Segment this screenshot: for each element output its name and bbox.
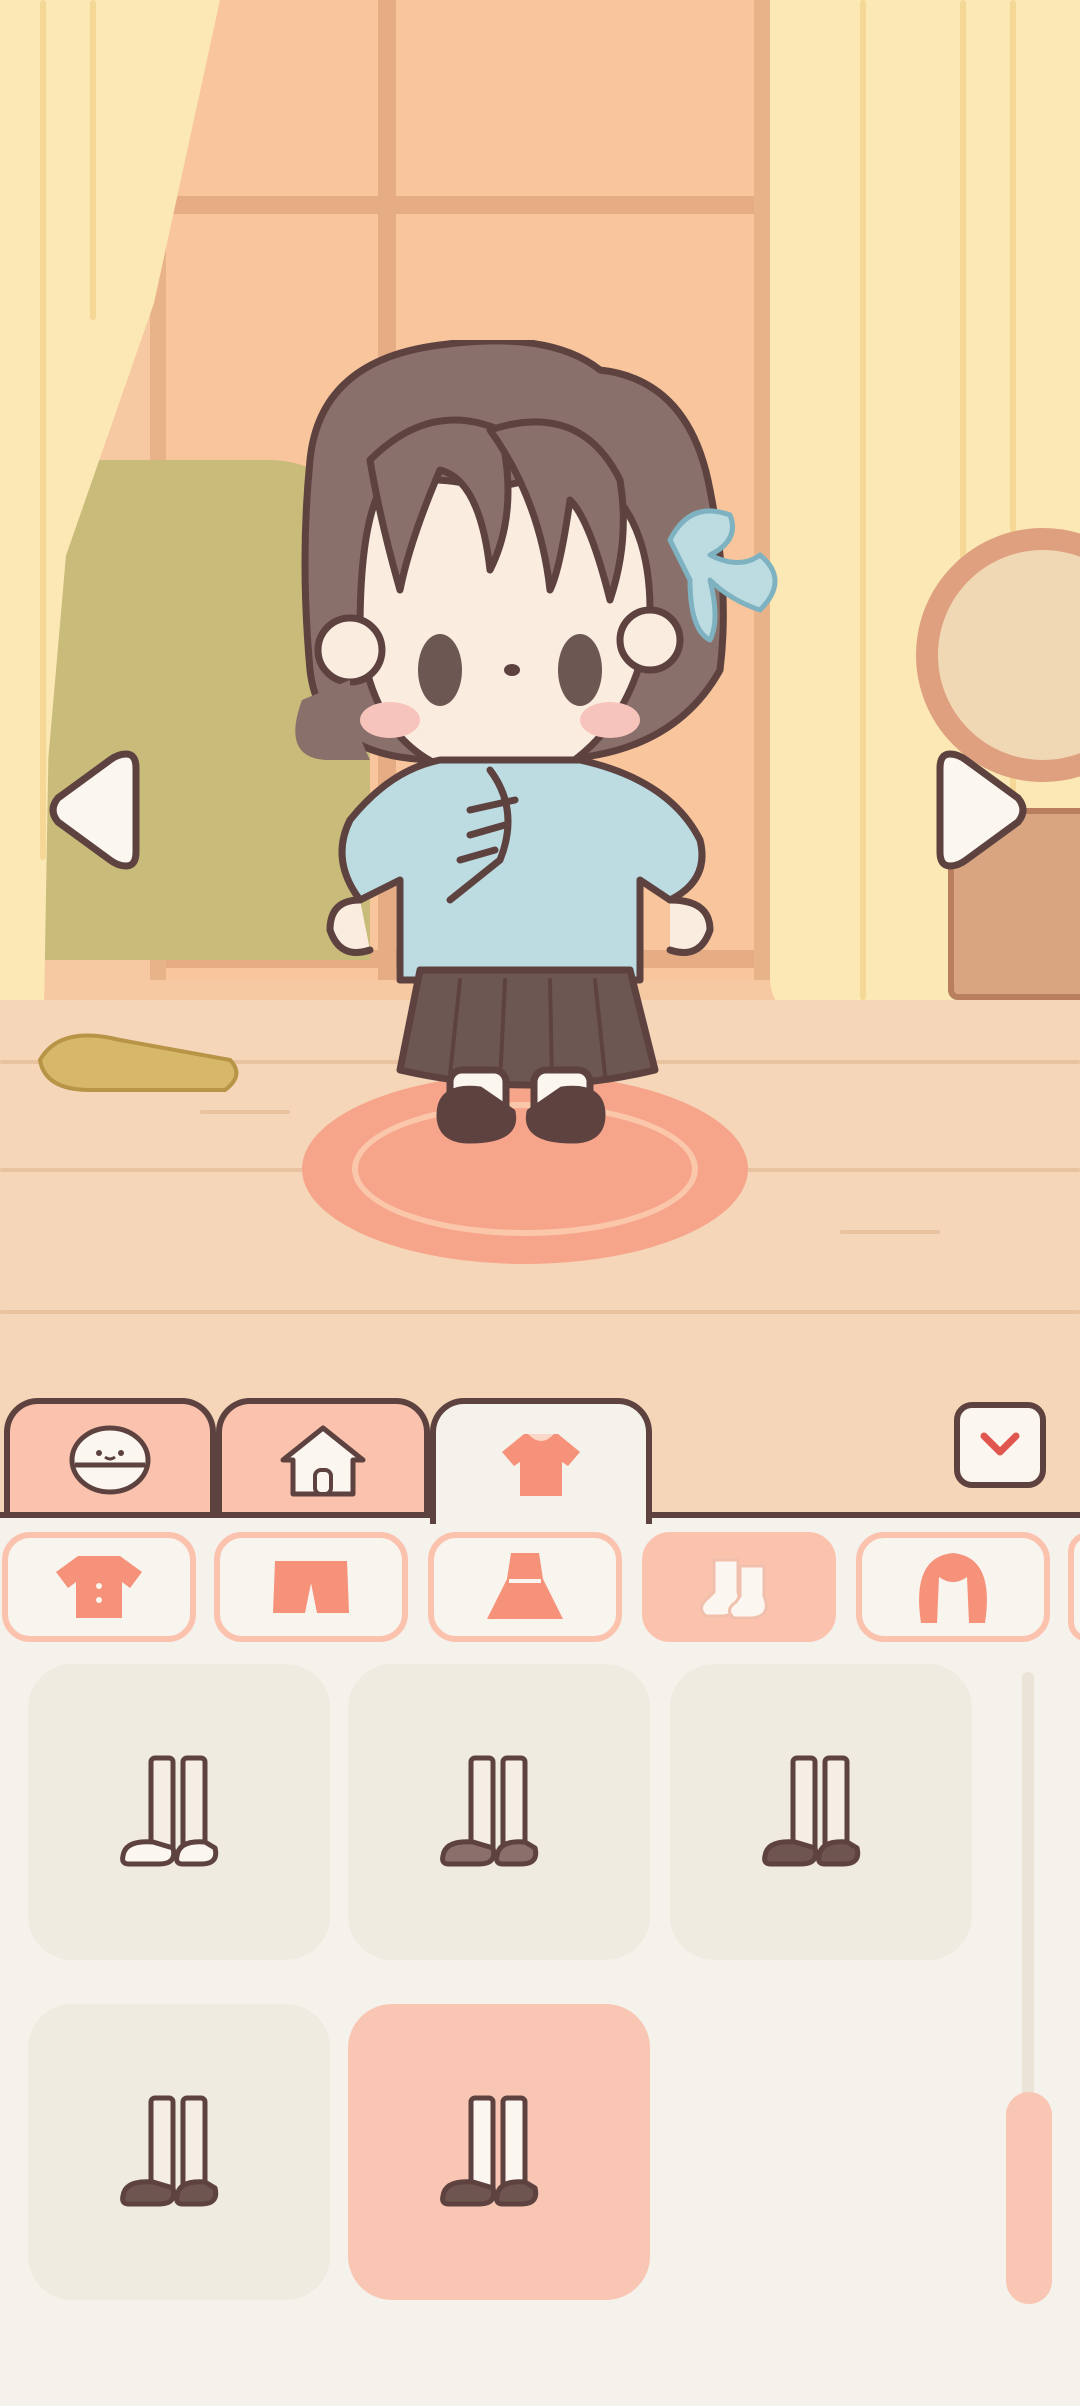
- category-tops[interactable]: [2, 1532, 196, 1642]
- collapse-panel-button[interactable]: [954, 1402, 1046, 1488]
- face-icon: [69, 1425, 151, 1495]
- floor-line: [200, 1110, 290, 1114]
- shorts-icon: [273, 1561, 349, 1613]
- sock-item-icon: [120, 2095, 219, 2207]
- sock-item[interactable]: [348, 1664, 650, 1960]
- category-hair[interactable]: [856, 1532, 1050, 1642]
- sock-item[interactable]: [28, 2004, 330, 2300]
- house-icon: [280, 1425, 366, 1497]
- curtain-fold: [860, 0, 866, 1000]
- sock-item-icon: [120, 1755, 219, 1867]
- shirt-icon: [502, 1434, 580, 1496]
- top-icon: [56, 1556, 142, 1618]
- character-figure: [295, 340, 778, 1144]
- category-bottoms[interactable]: [214, 1532, 408, 1642]
- floor-line: [0, 1310, 1080, 1314]
- socks-icon: [700, 1558, 768, 1620]
- category-dresses[interactable]: [428, 1532, 622, 1642]
- next-outfit-button[interactable]: [936, 742, 1032, 878]
- slipper: [37, 1033, 239, 1092]
- window-frame: [166, 196, 754, 214]
- floor-line: [840, 1230, 940, 1234]
- tab-home[interactable]: [216, 1398, 430, 1516]
- sock-item-icon: [440, 2095, 539, 2207]
- curtain-fold: [40, 0, 46, 860]
- tab-clothing[interactable]: [430, 1398, 652, 1524]
- tab-character[interactable]: [4, 1398, 216, 1516]
- right-arrow-icon: [936, 750, 1027, 870]
- previous-outfit-button[interactable]: [44, 742, 140, 878]
- category-more[interactable]: [1068, 1532, 1080, 1642]
- curtain-fold: [90, 0, 96, 320]
- room-scene: [0, 0, 1080, 1520]
- left-arrow-icon: [49, 750, 140, 870]
- category-socks[interactable]: [642, 1532, 836, 1642]
- sock-item-icon: [440, 1755, 539, 1867]
- sock-item[interactable]: [28, 1664, 330, 1960]
- dress-icon: [487, 1553, 563, 1619]
- scrollbar-thumb[interactable]: [1006, 2092, 1052, 2304]
- sock-item[interactable]: [670, 1664, 972, 1960]
- dressup-character: [295, 340, 778, 1144]
- hair-icon: [919, 1553, 987, 1623]
- sock-item-icon: [762, 1755, 861, 1867]
- sock-item-selected[interactable]: [348, 2004, 650, 2300]
- chevron-down-icon: [980, 1432, 1020, 1456]
